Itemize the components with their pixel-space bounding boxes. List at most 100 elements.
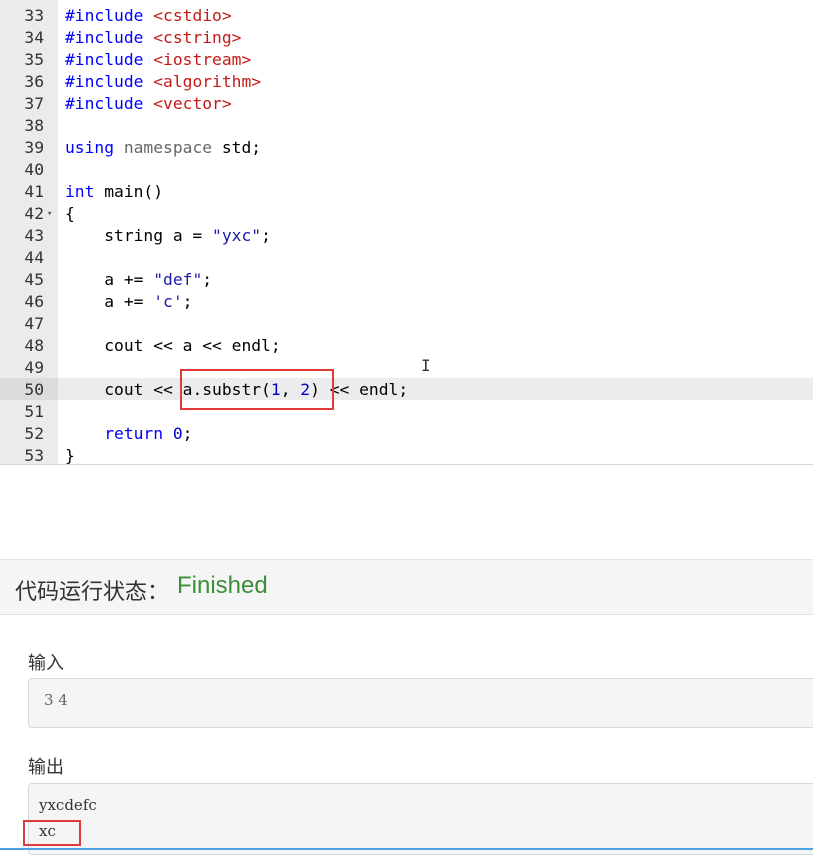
code-token: 'c' [153,292,183,311]
code-token: cout << [65,380,183,399]
line-number: 53 [24,446,44,465]
fold-arrow-icon[interactable]: ▾ [47,203,52,225]
highlight-box-output [23,820,81,846]
code-token: main() [104,182,164,201]
code-text: #include <iostream> [65,49,251,71]
code-line[interactable]: 41 int main() [0,181,813,203]
line-number: 39 [24,138,44,157]
code-token: cout << a << endl; [65,336,281,355]
line-number: 50 [24,380,44,399]
code-line[interactable]: 51 [0,401,813,423]
code-token: <iostream> [153,50,252,69]
line-number: 43 [24,226,44,245]
code-line[interactable]: 38 [0,115,813,137]
line-number: 51 [24,402,44,421]
code-line[interactable]: 35 #include <iostream> [0,49,813,71]
line-number: 47 [24,314,44,333]
code-line[interactable]: 49 [0,357,813,379]
code-text: #include <algorithm> [65,71,261,93]
line-number: 38 [24,116,44,135]
code-token: #include [65,28,154,47]
code-token: "def" [153,270,203,289]
line-number: 36 [24,72,44,91]
code-text: a += "def"; [65,269,212,291]
code-token: <cstring> [153,28,242,47]
code-line[interactable]: 50 cout << a.substr(1, 2) << endl; [0,379,813,401]
line-number: 37 [24,94,44,113]
highlight-box-substr [180,369,334,410]
line-number: 48 [24,336,44,355]
run-status-panel: 代码运行状态： Finished 输入 3 4 输出 yxcdefc xc [0,559,813,855]
code-token: #include [65,6,154,25]
code-token: <cstdio> [153,6,232,25]
line-number: 42 [24,204,44,223]
code-editor[interactable]: 33 #include <cstdio> 34 #include <cstring> 3… [0,0,813,465]
code-line[interactable]: 53} [0,445,813,465]
code-token: #include [65,50,154,69]
code-token: "yxc" [212,226,262,245]
code-text: int main() [65,181,163,203]
code-text: #include <vector> [65,93,232,115]
code-token: a += [65,270,154,289]
code-token: std; [221,138,262,157]
code-text: a += 'c'; [65,291,192,313]
code-token: ; [202,270,213,289]
code-token: #include [65,72,154,91]
editor-bottom-border [0,464,813,465]
code-line[interactable]: 43 string a = "yxc"; [0,225,813,247]
line-number: 52 [24,424,44,443]
code-line[interactable]: 52 return 0; [0,423,813,445]
code-text: { [65,203,75,225]
status-value: Finished [177,572,268,599]
status-label: 代码运行状态： [15,579,170,604]
input-field[interactable]: 3 4 [28,678,813,728]
line-number: 44 [24,248,44,267]
code-text: #include <cstdio> [65,5,232,27]
output-label: 输出 [28,757,64,777]
status-header: 代码运行状态： Finished [0,560,813,615]
code-token: #include [65,94,154,113]
code-token: <vector> [153,94,232,113]
input-label: 输入 [28,653,64,673]
line-number: 40 [24,160,44,179]
code-token: } [65,446,75,465]
code-text: return 0; [65,423,192,445]
line-number: 45 [24,270,44,289]
code-line[interactable]: 46 a += 'c'; [0,291,813,313]
code-token: ; [261,226,271,245]
input-value: 3 4 [44,691,68,709]
code-token: string a = [65,226,213,245]
code-token: ; [182,292,193,311]
code-text: string a = "yxc"; [65,225,271,247]
code-text: using namespace std; [65,137,261,159]
code-text: } [65,445,75,465]
code-line[interactable]: 34 #include <cstring> [0,27,813,49]
code-line[interactable]: 48 cout << a << endl; [0,335,813,357]
line-number: 41 [24,182,44,201]
line-number: 49 [24,358,44,377]
output-field: yxcdefc xc [28,783,813,855]
line-number: 35 [24,50,44,69]
code-line[interactable]: 44 [0,247,813,269]
code-token: int [65,182,105,201]
code-token: { [65,204,75,223]
code-token: <algorithm> [153,72,262,91]
text-cursor-icon: I [421,356,431,375]
code-text: cout << a << endl; [65,335,281,357]
code-token: using [65,138,124,157]
code-token: return [65,424,173,443]
code-line[interactable]: 45 a += "def"; [0,269,813,291]
code-token: 0 [172,424,183,443]
code-token: ; [182,424,193,443]
code-line[interactable]: 40 [0,159,813,181]
output-line: yxcdefc [39,796,97,814]
code-line[interactable]: 36 #include <algorithm> [0,71,813,93]
code-line[interactable]: 47 [0,313,813,335]
code-token: namespace [123,138,222,157]
line-number: 46 [24,292,44,311]
code-line[interactable]: 37 #include <vector> [0,93,813,115]
code-line[interactable]: 42 ▾ { [0,203,813,225]
code-line[interactable]: 33 #include <cstdio> [0,5,813,27]
code-line[interactable]: 39 using namespace std; [0,137,813,159]
code-text: #include <cstring> [65,27,241,49]
